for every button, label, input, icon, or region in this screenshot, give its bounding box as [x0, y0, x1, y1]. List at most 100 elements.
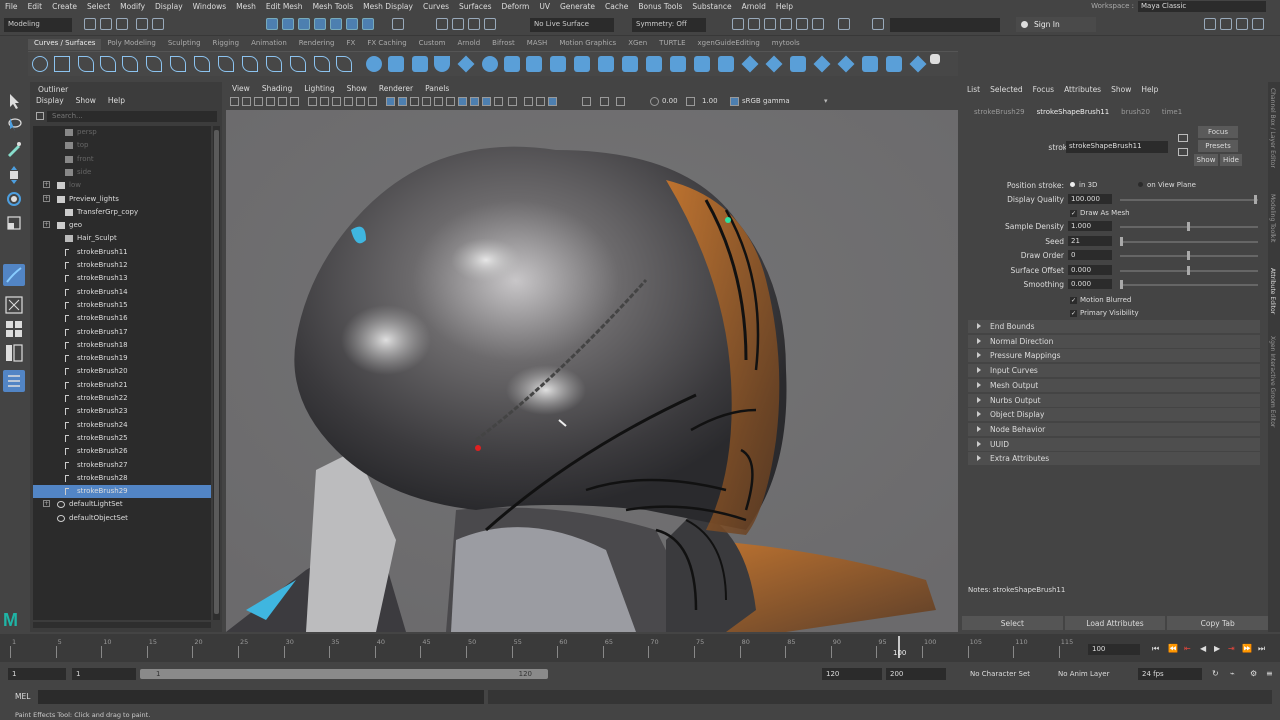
outliner-item[interactable]: strokeBrush22	[33, 392, 211, 405]
character-set-dropdown[interactable]: No Character Set	[966, 668, 1054, 680]
motion-blurred-checkbox[interactable]: ✓ Motion Blurred	[1070, 296, 1131, 304]
outliner-item[interactable]: front	[33, 153, 211, 166]
section-uuid[interactable]: UUID	[968, 437, 1260, 451]
birail-icon[interactable]	[598, 56, 614, 72]
outliner-search-icon[interactable]	[36, 112, 44, 120]
input-connection-icon[interactable]	[1178, 134, 1188, 142]
shelf-tab-custom[interactable]: Custom	[413, 39, 452, 50]
draw-as-mesh-checkbox[interactable]: ✓ Draw As Mesh	[1070, 209, 1130, 217]
hud-icon[interactable]	[616, 97, 625, 106]
menu-substance[interactable]: Substance	[687, 2, 736, 11]
wireframe-icon[interactable]	[386, 97, 395, 106]
shelf-tab-fx-caching[interactable]: FX Caching	[361, 39, 412, 50]
render-seq-icon[interactable]	[812, 18, 824, 30]
outliner-item[interactable]: + geo	[33, 219, 211, 232]
attr-field-input[interactable]: 0.000	[1068, 279, 1112, 289]
in3d-radio[interactable]: in 3D	[1070, 181, 1097, 189]
outliner-item[interactable]: strokeBrush16	[33, 312, 211, 325]
shelf-tab-mytools[interactable]: mytools	[766, 39, 806, 50]
outliner-item[interactable]: defaultObjectSet	[33, 512, 211, 525]
playback-start-field[interactable]: 1	[72, 668, 136, 680]
stitch-icon[interactable]	[909, 55, 927, 73]
expand-icon[interactable]: +	[43, 221, 50, 229]
surface-editing-icon[interactable]	[813, 55, 831, 73]
outliner-menu-display[interactable]: Display	[30, 96, 70, 105]
menu-mesh[interactable]: Mesh	[231, 2, 261, 11]
menu-uv[interactable]: UV	[534, 2, 555, 11]
detach-curves-icon[interactable]	[218, 56, 234, 72]
outliner-search-input[interactable]: Search...	[47, 111, 217, 122]
shelf-tab-rigging[interactable]: Rigging	[207, 39, 246, 50]
slider-handle[interactable]	[1120, 237, 1123, 246]
outliner-item[interactable]: strokeBrush13	[33, 272, 211, 285]
exposure-icon[interactable]	[650, 97, 659, 106]
slider-handle[interactable]	[1120, 280, 1123, 289]
playback-options-icon[interactable]: ⚙	[1250, 669, 1259, 678]
render-icon[interactable]	[452, 18, 464, 30]
extend-surface-icon[interactable]	[718, 56, 734, 72]
outliner-item[interactable]: strokeBrush28	[33, 472, 211, 485]
modeling-toolkit-icon[interactable]	[1204, 18, 1216, 30]
outliner-scrollbar[interactable]	[213, 126, 220, 620]
loft-icon[interactable]	[526, 56, 542, 72]
offset-curve-icon[interactable]	[290, 56, 306, 72]
tab-xgen-groom[interactable]: Xgen Interactive Groom Editor	[1269, 336, 1276, 427]
planar-icon[interactable]	[550, 56, 566, 72]
single-perspective-icon[interactable]	[5, 296, 23, 314]
gamma-icon[interactable]	[686, 97, 695, 106]
shelf-tab-arnold[interactable]: Arnold	[452, 39, 487, 50]
rebuild-surface-icon[interactable]	[886, 56, 902, 72]
shelf-tab-xgen[interactable]: XGen	[622, 39, 653, 50]
playback-end-field[interactable]: 120	[822, 668, 882, 680]
slider-handle[interactable]	[1187, 266, 1190, 275]
viewport-menu-lighting[interactable]: Lighting	[298, 84, 340, 95]
shelf-tab-xgenguideediting[interactable]: xgenGuideEditing	[692, 39, 766, 50]
select-component-icon[interactable]	[298, 18, 310, 30]
current-frame-field[interactable]: 100	[1088, 644, 1140, 655]
mel-label[interactable]: MEL	[15, 692, 30, 701]
menu-create[interactable]: Create	[47, 2, 82, 11]
attr-field-slider[interactable]	[1120, 222, 1258, 231]
expand-icon[interactable]: +	[43, 194, 50, 202]
loop-icon[interactable]: ↻	[1212, 669, 1221, 678]
bookmark-icon[interactable]	[254, 97, 263, 106]
outliner-item[interactable]: strokeBrush26	[33, 445, 211, 458]
tool-settings-icon[interactable]	[1236, 18, 1248, 30]
symmetry-dropdown[interactable]: Symmetry: Off	[632, 18, 706, 32]
outliner-item[interactable]: strokeBrush15	[33, 299, 211, 312]
menu-windows[interactable]: Windows	[188, 2, 231, 11]
grease-pencil-icon[interactable]	[290, 97, 299, 106]
nurbs-plane-icon[interactable]	[457, 55, 475, 73]
menu-file[interactable]: File	[0, 2, 23, 11]
shelf-tab-curves-surfaces[interactable]: Curves / Surfaces	[28, 39, 102, 50]
four-view-icon[interactable]	[5, 320, 23, 338]
attr-tab-strokebrush29[interactable]: strokeBrush29	[968, 108, 1031, 116]
paint-select-icon[interactable]	[5, 140, 23, 158]
viewport-menu-renderer[interactable]: Renderer	[373, 84, 419, 95]
nurbs-circle-icon[interactable]	[32, 56, 48, 72]
render-view-icon[interactable]	[748, 18, 760, 30]
attr-menu-attributes[interactable]: Attributes	[1059, 85, 1106, 94]
shelf-tab-fx[interactable]: FX	[341, 39, 362, 50]
sign-in-button[interactable]: Sign In	[1016, 17, 1096, 32]
camera-attrs-icon[interactable]	[582, 97, 591, 106]
channel-box-icon[interactable]	[1252, 18, 1264, 30]
select-object-icon[interactable]	[282, 18, 294, 30]
outliner-item[interactable]: top	[33, 139, 211, 152]
step-forward-frame-icon[interactable]: ⇥	[1228, 644, 1237, 653]
attr-field-slider[interactable]	[1120, 195, 1258, 204]
outliner-item[interactable]: persp	[33, 126, 211, 139]
render-frame-icon[interactable]	[780, 18, 792, 30]
image-plane-icon[interactable]	[266, 97, 275, 106]
viewport-menu-shading[interactable]: Shading	[256, 84, 298, 95]
isolate-select-icon[interactable]	[508, 97, 517, 106]
play-forward-icon[interactable]: ▶	[1214, 644, 1223, 653]
focus-button[interactable]: Focus	[1198, 126, 1238, 138]
attr-field-slider[interactable]	[1120, 266, 1258, 275]
shelf-tab-poly-modeling[interactable]: Poly Modeling	[101, 39, 161, 50]
outliner-item[interactable]: strokeBrush14	[33, 286, 211, 299]
presets-button[interactable]: Presets	[1198, 140, 1238, 152]
snap-view-icon[interactable]	[362, 18, 374, 30]
extrude-icon[interactable]	[574, 56, 590, 72]
attr-field-input[interactable]: 0.000	[1068, 265, 1112, 275]
